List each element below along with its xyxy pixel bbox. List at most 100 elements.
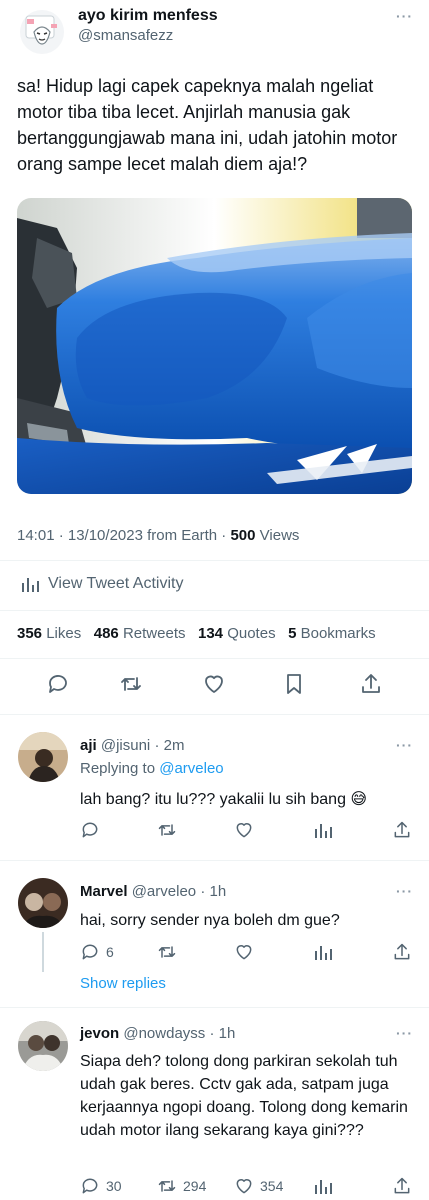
reply-avatar[interactable]: [18, 1021, 68, 1071]
user-photo: [18, 1021, 68, 1071]
reply-button[interactable]: 30: [80, 1176, 122, 1196]
bookmarks-stat[interactable]: 5 Bookmarks: [288, 625, 376, 642]
reply-icon: [82, 822, 98, 838]
reply-count: 30: [106, 1178, 122, 1194]
like-button[interactable]: [202, 672, 226, 696]
analytics-icon: [22, 578, 39, 592]
reply-handle[interactable]: @arveleo: [132, 883, 196, 900]
retweet-icon: [121, 677, 141, 691]
replying-to-row: Replying to @arveleo: [80, 760, 224, 777]
user-photo: [18, 878, 68, 928]
reply-header: Marvel @arveleo · 1h: [80, 883, 226, 900]
reply-text: lah bang? itu lu??? yakalii lu sih bang …: [80, 791, 368, 808]
retweets-count: 486: [93, 625, 119, 642]
divider: [0, 860, 429, 861]
tweet-timestamp: 14:01 · 13/10/2023 from Earth ·: [17, 527, 231, 544]
divider: [0, 658, 429, 659]
views-button[interactable]: [313, 820, 333, 840]
retweet-button[interactable]: [119, 672, 143, 696]
views-button[interactable]: [313, 942, 333, 962]
bookmarks-label: Bookmarks: [300, 625, 376, 642]
reply-avatar[interactable]: [18, 732, 68, 782]
reply-handle[interactable]: @nowdayss: [123, 1025, 205, 1042]
retweet-button[interactable]: [157, 820, 177, 840]
tweet-timestamp-row: 14:01 · 13/10/2023 from Earth · 500 View…: [17, 527, 299, 544]
heart-icon: [236, 1179, 252, 1194]
reply-header: jevon @nowdayss · 1h: [80, 1025, 235, 1042]
reply-text: hai, sorry sender nya boleh dm gue?: [80, 912, 340, 929]
more-options-icon[interactable]: ···: [396, 737, 413, 753]
show-replies-link[interactable]: Show replies: [80, 975, 166, 992]
divider: [0, 1007, 429, 1008]
retweet-button[interactable]: 294: [157, 1176, 206, 1196]
replying-to-prefix: Replying to: [80, 760, 160, 777]
share-icon: [394, 821, 410, 838]
share-button[interactable]: [392, 820, 412, 840]
anonymous-mask-icon: [25, 15, 57, 45]
heart-icon: [236, 823, 252, 838]
retweet-icon: [158, 824, 176, 836]
replying-to-handle[interactable]: @arveleo: [159, 760, 223, 777]
analytics-icon: [315, 1180, 332, 1194]
bookmark-button[interactable]: [282, 672, 306, 696]
likes-count: 356: [17, 625, 43, 642]
quotes-stat[interactable]: 134 Quotes: [198, 625, 276, 642]
retweet-count: 294: [183, 1178, 207, 1194]
thread-line: [42, 932, 44, 972]
view-tweet-activity-label: View Tweet Activity: [48, 575, 184, 592]
reply-time[interactable]: · 1h: [209, 1025, 235, 1042]
author-handle[interactable]: @smansafezz: [78, 27, 173, 44]
views-button[interactable]: [313, 1176, 333, 1196]
view-tweet-activity-link[interactable]: View Tweet Activity: [20, 574, 183, 594]
reply-avatar[interactable]: [18, 878, 68, 928]
bookmarks-count: 5: [288, 625, 297, 642]
tweet-media-image[interactable]: [17, 198, 412, 494]
reply-handle[interactable]: @jisuni: [101, 737, 150, 754]
reply-time[interactable]: · 2m: [154, 737, 184, 754]
retweets-label: Retweets: [122, 625, 186, 642]
like-button[interactable]: [234, 942, 254, 962]
reply-icon: [82, 944, 98, 960]
author-display-name[interactable]: ayo kirim menfess: [78, 7, 218, 25]
share-button[interactable]: [359, 672, 383, 696]
reply-button[interactable]: [46, 672, 70, 696]
more-options-icon[interactable]: ···: [396, 883, 413, 899]
divider: [0, 714, 429, 715]
more-options-icon[interactable]: ···: [396, 1025, 413, 1041]
quotes-count: 134: [198, 625, 224, 642]
views-count: 500: [230, 527, 256, 544]
reply-time[interactable]: · 1h: [200, 883, 226, 900]
retweets-stat[interactable]: 486 Retweets: [94, 625, 186, 642]
reply-button[interactable]: 6: [80, 942, 114, 962]
share-button[interactable]: [392, 942, 412, 962]
reply-display-name[interactable]: Marvel: [80, 883, 128, 900]
retweet-button[interactable]: [157, 942, 177, 962]
more-options-icon[interactable]: ···: [396, 8, 413, 24]
analytics-icon: [315, 824, 332, 838]
quotes-label: Quotes: [227, 625, 276, 642]
like-button[interactable]: 354: [234, 1176, 283, 1196]
heart-icon: [236, 945, 252, 960]
reply-button[interactable]: [80, 820, 100, 840]
tweet-text: sa! Hidup lagi capek capeknya malah ngel…: [17, 76, 398, 174]
views-label: Views: [255, 527, 300, 544]
author-avatar[interactable]: [20, 10, 64, 54]
divider: [0, 610, 429, 611]
user-photo: [18, 732, 68, 782]
reply-display-name[interactable]: jevon: [80, 1025, 119, 1042]
reply-icon: [82, 1178, 98, 1194]
likes-label: Likes: [46, 625, 82, 642]
like-button[interactable]: [234, 820, 254, 840]
bookmark-icon: [287, 674, 301, 694]
analytics-icon: [315, 946, 332, 960]
share-icon: [362, 674, 380, 693]
share-button[interactable]: [392, 1176, 412, 1196]
reply-display-name[interactable]: aji: [80, 737, 97, 754]
divider: [0, 560, 429, 561]
share-icon: [394, 1177, 410, 1194]
reply-count: 6: [106, 944, 114, 960]
like-count: 354: [260, 1178, 284, 1194]
retweet-icon: [158, 1180, 176, 1192]
likes-stat[interactable]: 356 Likes: [17, 625, 81, 642]
reply-icon: [49, 675, 67, 693]
